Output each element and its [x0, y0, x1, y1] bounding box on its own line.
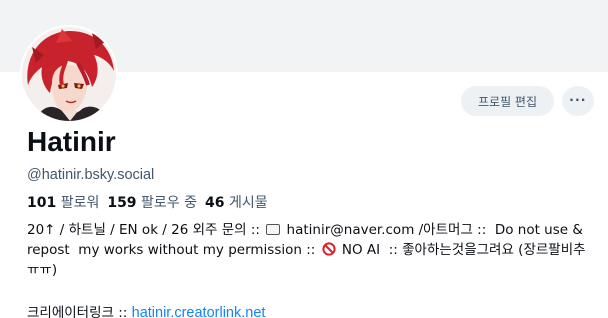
- profile-stats: 101 팔로워 159 팔로우 중 46 게시물: [27, 192, 268, 212]
- profile-page: 프로필 편집 ··· Hatinir @hatinir.bsky.social …: [0, 0, 608, 318]
- creator-link[interactable]: hatinir.creatorlink.net: [132, 305, 266, 318]
- ellipsis-icon: ···: [569, 92, 587, 109]
- bio-text-1: 20↑ / 하트닐 / EN ok / 26 외주 문의 ::: [27, 222, 265, 238]
- handle: @hatinir.bsky.social: [27, 167, 155, 183]
- posts-stat: 46 게시물: [205, 195, 268, 211]
- avatar[interactable]: [20, 25, 118, 123]
- profile-bio: 20↑ / 하트닐 / EN ok / 26 외주 문의 :: hatinir@…: [27, 220, 597, 280]
- followers-label: 팔로워: [60, 195, 100, 211]
- link-prefix: 크리에이터링크 ::: [27, 305, 132, 318]
- posts-label: 게시물: [228, 195, 268, 211]
- no-entry-icon: [322, 242, 336, 256]
- followers-count: 101: [27, 195, 57, 211]
- edit-profile-button[interactable]: 프로필 편집: [461, 86, 554, 116]
- envelope-icon: [266, 224, 281, 235]
- following-stat[interactable]: 159 팔로우 중: [107, 195, 197, 211]
- following-label: 팔로우 중: [141, 195, 197, 211]
- avatar-illustration: [22, 27, 116, 121]
- followers-stat[interactable]: 101 팔로워: [27, 195, 99, 211]
- following-count: 159: [107, 195, 137, 211]
- display-name: Hatinir: [27, 126, 116, 157]
- more-options-button[interactable]: ···: [562, 86, 594, 116]
- creator-link-line: 크리에이터링크 :: hatinir.creatorlink.net: [27, 301, 265, 318]
- posts-count: 46: [205, 195, 225, 211]
